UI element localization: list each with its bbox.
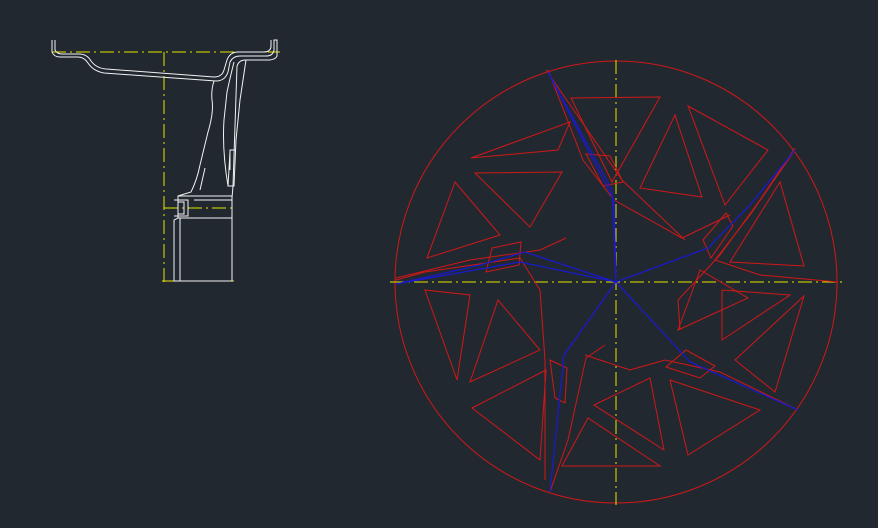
- hub-block: [173, 195, 233, 282]
- window: [426, 181, 501, 259]
- cad-drawing: [51, 39, 842, 505]
- window: [639, 113, 703, 198]
- pocket: [664, 349, 716, 379]
- window: [471, 369, 547, 461]
- window: [721, 289, 792, 341]
- wheel-face-view: [390, 60, 842, 505]
- window: [729, 180, 805, 267]
- pocket: [549, 359, 568, 404]
- window: [677, 269, 750, 331]
- pocket: [702, 212, 734, 260]
- spoke-outline-top: [547, 69, 731, 239]
- ridge-bottom: [549, 281, 617, 493]
- rim-inner-profile: [54, 40, 272, 78]
- spoke-outline-left-upper: [395, 237, 567, 279]
- window: [473, 171, 563, 228]
- disc-rib: [199, 167, 206, 191]
- ridge-top: [547, 71, 617, 283]
- rim-section-view: [51, 39, 280, 282]
- hub-step-lines: [178, 199, 232, 281]
- window: [424, 289, 471, 381]
- window: [669, 379, 762, 456]
- ridge-bottom-right: [615, 281, 799, 411]
- ridge-top-alt: [547, 71, 617, 283]
- window: [734, 294, 806, 393]
- disc-front-contour: [177, 80, 215, 197]
- spoke-outline-bottom: [549, 344, 606, 493]
- ridge-left-alt: [395, 261, 617, 285]
- cad-drawing-canvas[interactable]: [0, 0, 878, 528]
- window: [470, 121, 571, 159]
- window: [469, 299, 541, 383]
- window: [592, 377, 665, 452]
- window: [561, 417, 662, 467]
